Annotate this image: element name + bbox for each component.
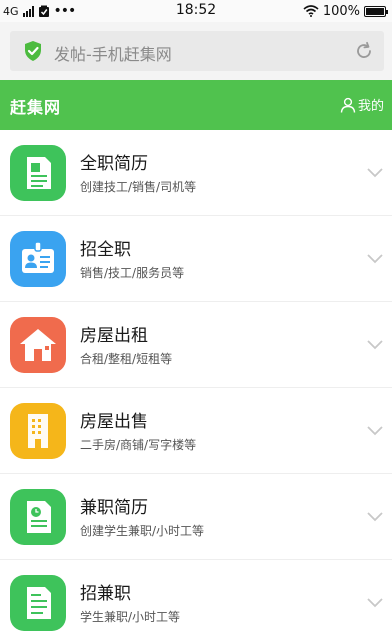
wifi-icon xyxy=(303,5,319,17)
tile-3 xyxy=(10,403,66,459)
item-title: 房屋出售 xyxy=(80,412,148,432)
chevron-down-icon[interactable] xyxy=(366,163,384,181)
item-subtitle: 二手房/商铺/写字楼等 xyxy=(80,438,197,452)
item-title: 招全职 xyxy=(80,240,131,260)
tile-4 xyxy=(10,489,66,545)
battery-icon xyxy=(364,5,388,17)
item-subtitle: 销售/技工/服务员等 xyxy=(80,266,185,280)
list-item-parttime-resume[interactable]: 兼职简历 创建学生兼职/小时工等 xyxy=(0,474,392,560)
building-icon xyxy=(10,403,66,459)
status-bar: 4G ••• 18:52 100% xyxy=(0,0,392,22)
item-title: 全职简历 xyxy=(80,154,148,174)
reload-icon[interactable] xyxy=(354,41,374,61)
battery-percent: 100% xyxy=(322,3,360,19)
document-icon xyxy=(10,575,66,631)
chevron-down-icon[interactable] xyxy=(366,507,384,525)
item-title: 房屋出租 xyxy=(80,326,148,346)
tile-1 xyxy=(10,231,66,287)
status-bar-right: 100% xyxy=(303,2,388,20)
user-icon xyxy=(340,97,356,113)
tile-2 xyxy=(10,317,66,373)
badge-icon xyxy=(10,231,66,287)
item-subtitle: 创建技工/销售/司机等 xyxy=(80,180,197,194)
item-title: 兼职简历 xyxy=(80,498,148,518)
app-header: 赶集网 我的 xyxy=(0,80,392,130)
part-time-resume-icon xyxy=(10,489,66,545)
item-subtitle: 创建学生兼职/小时工等 xyxy=(80,524,205,538)
item-subtitle: 合租/整租/短租等 xyxy=(80,352,173,366)
list-item-house-rent[interactable]: 房屋出租 合租/整租/短租等 xyxy=(0,302,392,388)
address-bar[interactable]: 发帖-手机赶集网 xyxy=(10,31,384,71)
list-item-hire-fulltime[interactable]: 招全职 销售/技工/服务员等 xyxy=(0,216,392,302)
battery-fill xyxy=(366,7,384,15)
brand-logo[interactable]: 赶集网 xyxy=(10,94,61,118)
resume-icon xyxy=(10,145,66,201)
house-icon xyxy=(10,317,66,373)
tile-5 xyxy=(10,575,66,631)
mine-button[interactable]: 我的 xyxy=(340,95,384,114)
mine-label: 我的 xyxy=(357,99,384,114)
chevron-down-icon[interactable] xyxy=(366,335,384,353)
tile-0 xyxy=(10,145,66,201)
item-subtitle: 学生兼职/小时工等 xyxy=(80,610,181,624)
list-item-fulltime-resume[interactable]: 全职简历 创建技工/销售/司机等 xyxy=(0,130,392,216)
browser-toolbar: 发帖-手机赶集网 xyxy=(0,22,392,80)
list-item-hire-parttime[interactable]: 招兼职 学生兼职/小时工等 xyxy=(0,560,392,643)
chevron-down-icon[interactable] xyxy=(366,421,384,439)
shield-check-icon xyxy=(25,41,41,61)
chevron-down-icon[interactable] xyxy=(366,593,384,611)
page-title-url: 发帖-手机赶集网 xyxy=(54,45,172,64)
item-title: 招兼职 xyxy=(80,584,131,604)
list-item-house-sale[interactable]: 房屋出售 二手房/商铺/写字楼等 xyxy=(0,388,392,474)
chevron-down-icon[interactable] xyxy=(366,249,384,267)
